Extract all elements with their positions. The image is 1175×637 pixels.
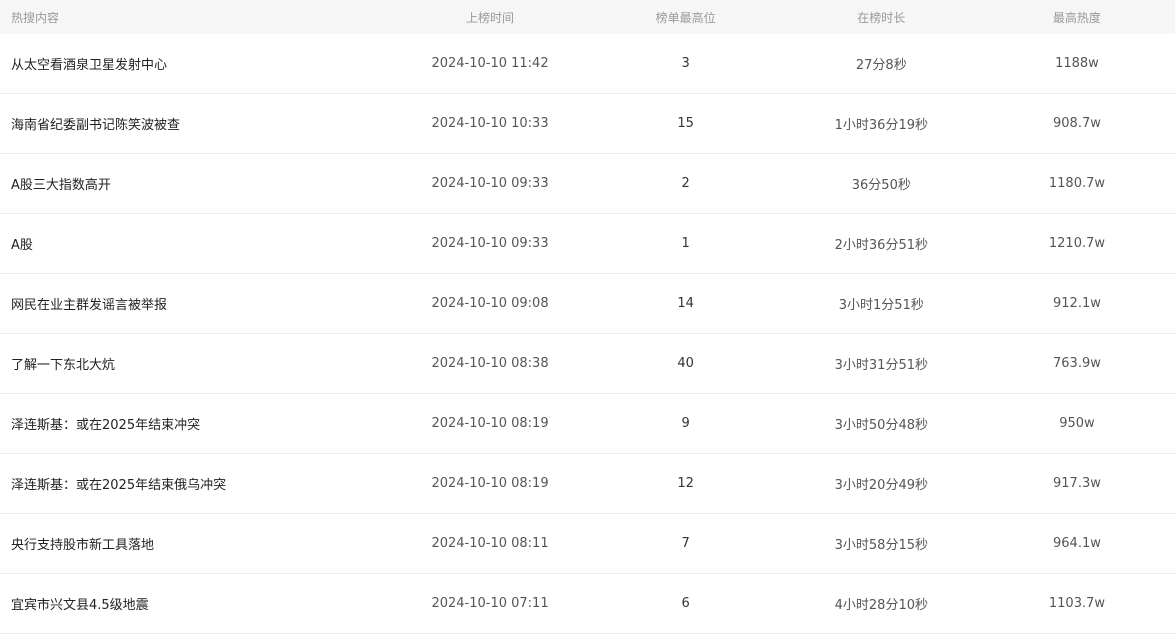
row-title[interactable]: 泽连斯基：或在2025年结束冲突 <box>0 414 392 433</box>
row-time: 2024-10-10 08:19 <box>431 416 549 431</box>
row-heat: 1103.7w <box>1048 596 1105 611</box>
row-rank: 9 <box>681 416 690 431</box>
row-duration: 3小时20分49秒 <box>834 478 928 493</box>
row-heat: 917.3w <box>1053 476 1101 491</box>
row-heat: 912.1w <box>1053 296 1101 311</box>
row-rank: 14 <box>677 296 694 311</box>
row-time: 2024-10-10 09:33 <box>431 176 549 191</box>
hot-search-table: 热搜内容 上榜时间 榜单最高位 在榜时长 最高热度 从太空看酒泉卫星发射中心 2… <box>0 0 1175 634</box>
table-row[interactable]: 了解一下东北大炕 2024-10-10 08:38 40 3小时31分51秒 7… <box>0 334 1175 394</box>
header-time: 上榜时间 <box>466 10 515 25</box>
row-time: 2024-10-10 10:33 <box>431 116 549 131</box>
header-rank: 榜单最高位 <box>655 10 716 25</box>
row-time: 2024-10-10 09:33 <box>431 236 549 251</box>
row-rank: 15 <box>677 116 694 131</box>
row-time: 2024-10-10 08:38 <box>431 356 549 371</box>
row-heat: 964.1w <box>1053 536 1101 551</box>
row-heat: 1210.7w <box>1048 236 1105 251</box>
row-title[interactable]: 央行支持股市新工具落地 <box>0 534 392 553</box>
table-row[interactable]: 海南省纪委副书记陈笑波被查 2024-10-10 10:33 15 1小时36分… <box>0 94 1175 154</box>
row-duration: 3小时58分15秒 <box>834 538 928 553</box>
table-row[interactable]: A股三大指数高开 2024-10-10 09:33 2 36分50秒 1180.… <box>0 154 1175 214</box>
row-title[interactable]: A股 <box>0 234 392 253</box>
row-rank: 6 <box>681 596 690 611</box>
row-duration: 27分8秒 <box>855 58 907 73</box>
row-duration: 36分50秒 <box>851 178 911 193</box>
row-rank: 12 <box>677 476 694 491</box>
row-duration: 2小时36分51秒 <box>834 238 928 253</box>
table-row[interactable]: 央行支持股市新工具落地 2024-10-10 08:11 7 3小时58分15秒… <box>0 514 1175 574</box>
table-row[interactable]: A股 2024-10-10 09:33 1 2小时36分51秒 1210.7w <box>0 214 1175 274</box>
header-title: 热搜内容 <box>11 10 60 25</box>
row-rank: 2 <box>681 176 690 191</box>
table-row[interactable]: 泽连斯基：或在2025年结束俄乌冲突 2024-10-10 08:19 12 3… <box>0 454 1175 514</box>
row-time: 2024-10-10 08:19 <box>431 476 549 491</box>
row-title[interactable]: 网民在业主群发谣言被举报 <box>0 294 392 313</box>
row-heat: 1188w <box>1055 56 1099 71</box>
row-time: 2024-10-10 09:08 <box>431 296 549 311</box>
table-row[interactable]: 网民在业主群发谣言被举报 2024-10-10 09:08 14 3小时1分51… <box>0 274 1175 334</box>
row-duration: 3小时50分48秒 <box>834 418 928 433</box>
row-heat: 1180.7w <box>1048 176 1105 191</box>
row-title[interactable]: A股三大指数高开 <box>0 174 392 193</box>
row-time: 2024-10-10 11:42 <box>431 56 549 71</box>
row-heat: 763.9w <box>1053 356 1101 371</box>
row-time: 2024-10-10 08:11 <box>431 536 549 551</box>
table-header: 热搜内容 上榜时间 榜单最高位 在榜时长 最高热度 <box>0 0 1175 34</box>
row-title[interactable]: 泽连斯基：或在2025年结束俄乌冲突 <box>0 474 392 493</box>
row-title[interactable]: 从太空看酒泉卫星发射中心 <box>0 54 392 73</box>
row-time: 2024-10-10 07:11 <box>431 596 549 611</box>
row-heat: 950w <box>1059 416 1095 431</box>
row-title[interactable]: 了解一下东北大炕 <box>0 354 392 373</box>
row-duration: 3小时1分51秒 <box>838 298 924 313</box>
row-rank: 1 <box>681 236 690 251</box>
row-heat: 908.7w <box>1053 116 1101 131</box>
row-rank: 7 <box>681 536 690 551</box>
row-rank: 40 <box>677 356 694 371</box>
row-title[interactable]: 宜宾市兴文县4.5级地震 <box>0 594 392 613</box>
row-title[interactable]: 海南省纪委副书记陈笑波被查 <box>0 114 392 133</box>
row-duration: 1小时36分19秒 <box>834 118 928 133</box>
row-duration: 4小时28分10秒 <box>834 598 928 613</box>
header-heat: 最高热度 <box>1052 10 1101 25</box>
header-duration: 在榜时长 <box>857 10 906 25</box>
row-rank: 3 <box>681 56 690 71</box>
table-row[interactable]: 宜宾市兴文县4.5级地震 2024-10-10 07:11 6 4小时28分10… <box>0 574 1175 634</box>
table-row[interactable]: 从太空看酒泉卫星发射中心 2024-10-10 11:42 3 27分8秒 11… <box>0 34 1175 94</box>
row-duration: 3小时31分51秒 <box>834 358 928 373</box>
table-row[interactable]: 泽连斯基：或在2025年结束冲突 2024-10-10 08:19 9 3小时5… <box>0 394 1175 454</box>
